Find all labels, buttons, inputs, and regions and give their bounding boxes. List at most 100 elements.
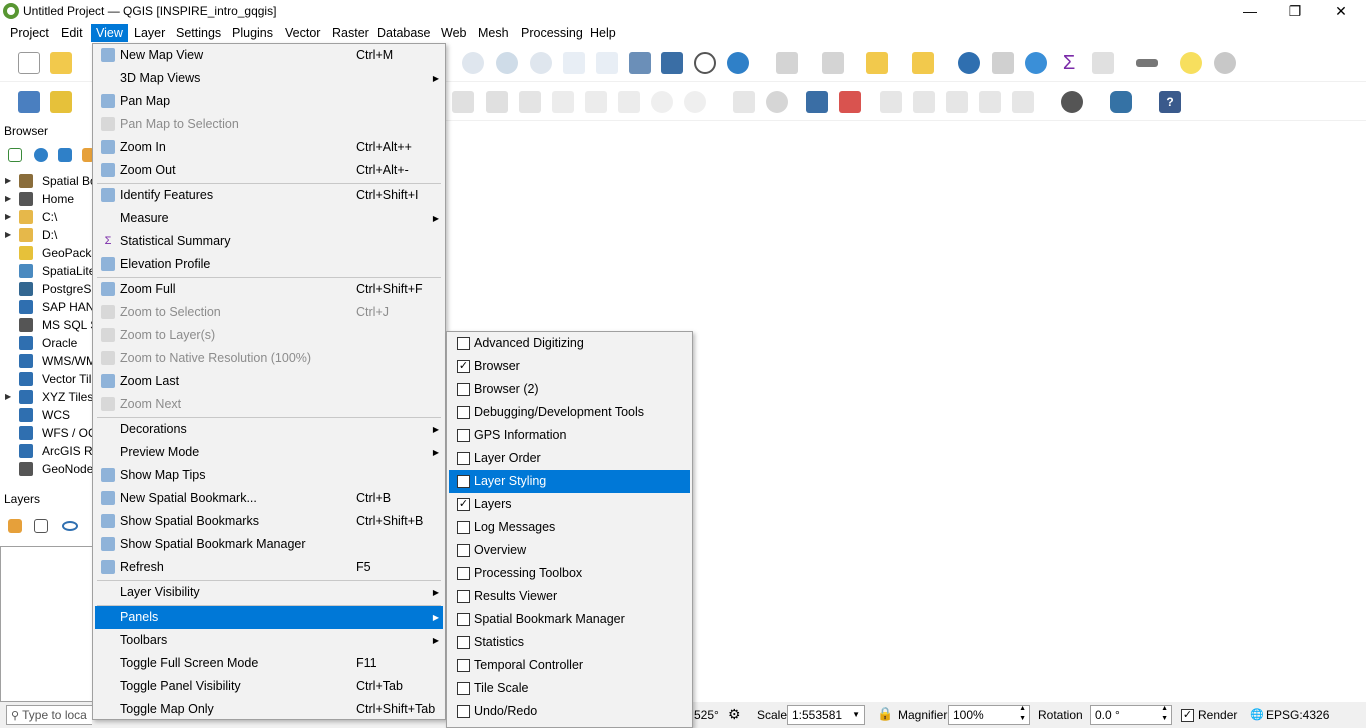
menu-layer[interactable]: Layer — [129, 24, 170, 42]
sigma-tool-icon[interactable]: Σ — [1058, 52, 1080, 74]
view-menu-zoom-next[interactable]: Zoom Next — [95, 393, 443, 416]
browser-item[interactable]: WCS — [0, 406, 94, 424]
identify-tool-icon[interactable] — [958, 52, 980, 74]
view-menu-zoom-out[interactable]: Zoom Out Ctrl+Alt+- — [95, 159, 443, 182]
checkbox-unchecked[interactable] — [457, 567, 470, 580]
panel-toggle-spatial-bookmark-manager[interactable]: Spatial Bookmark Manager — [449, 608, 690, 631]
view-menu-new-map-view[interactable]: New Map View Ctrl+M — [95, 44, 443, 67]
label-show-icon[interactable] — [913, 91, 935, 113]
magnifier-input[interactable]: 100% ▲ ▼ — [948, 705, 1030, 725]
checkbox-unchecked[interactable] — [457, 682, 470, 695]
zoom-layer-tool-icon[interactable] — [563, 52, 585, 74]
browser-item[interactable]: WMS/WM — [0, 352, 94, 370]
data-source-manager-icon[interactable] — [18, 91, 40, 113]
checkbox-unchecked[interactable] — [457, 613, 470, 626]
browser-item[interactable]: SpatiaLite — [0, 262, 94, 280]
expand-arrow-icon[interactable]: ▶ — [5, 190, 11, 208]
menu-edit[interactable]: Edit — [56, 24, 88, 42]
deselect-tool-icon[interactable] — [822, 52, 844, 74]
toolbox-gear-icon[interactable] — [1025, 52, 1047, 74]
view-menu-refresh[interactable]: Refresh F5 — [95, 556, 443, 579]
python-icon[interactable] — [1110, 91, 1132, 113]
checkbox-checked[interactable]: ✓ — [457, 498, 470, 511]
open-project-icon[interactable] — [50, 52, 72, 74]
scale-dropdown-icon[interactable]: ▼ — [852, 706, 860, 724]
menu-project[interactable]: Project — [5, 24, 54, 42]
panel-toggle-debugging-development-tools[interactable]: Debugging/Development Tools — [449, 401, 690, 424]
panel-toggle-layer-styling[interactable]: Layer Styling — [449, 470, 690, 493]
scale-input[interactable]: 1:553581 ▼ — [787, 705, 865, 725]
expand-arrow-icon[interactable]: ▶ — [5, 172, 11, 190]
browser-item[interactable]: Vector Til — [0, 370, 94, 388]
checkbox-unchecked[interactable] — [457, 452, 470, 465]
digitize-tool-icon[interactable] — [452, 91, 474, 113]
panel-toggle-temporal-controller[interactable]: Temporal Controller — [449, 654, 690, 677]
menu-processing[interactable]: Processing — [516, 24, 588, 42]
browser-item[interactable]: GeoPacka — [0, 244, 94, 262]
view-menu-statistical-summary[interactable]: Σ Statistical Summary — [95, 230, 443, 253]
browser-item[interactable]: ▶ XYZ Tiles — [0, 388, 94, 406]
checkbox-unchecked[interactable] — [457, 521, 470, 534]
minimize-button[interactable]: — — [1227, 1, 1273, 21]
crs-label[interactable]: EPSG:4326 — [1266, 708, 1329, 722]
panel-toggle-layer-order[interactable]: Layer Order — [449, 447, 690, 470]
view-menu-panels[interactable]: Panels ▶ — [95, 606, 443, 629]
view-menu-show-map-tips[interactable]: Show Map Tips — [95, 464, 443, 487]
browser-item[interactable]: ▶ Spatial Bo — [0, 172, 94, 190]
view-menu-zoom-in[interactable]: Zoom In Ctrl+Alt++ — [95, 136, 443, 159]
panel-toggle-tile-scale[interactable]: Tile Scale — [449, 677, 690, 700]
plugin-icon[interactable] — [1061, 91, 1083, 113]
checkbox-checked[interactable]: ✓ — [457, 360, 470, 373]
panel-toggle-statistics[interactable]: Statistics — [449, 631, 690, 654]
view-menu-new-spatial-bookmark[interactable]: New Spatial Bookmark... Ctrl+B — [95, 487, 443, 510]
view-menu-zoom-full[interactable]: Zoom Full Ctrl+Shift+F — [95, 278, 443, 301]
filter-icon[interactable] — [58, 148, 72, 162]
view-menu-elevation-profile[interactable]: Elevation Profile — [95, 253, 443, 276]
panel-toggle-processing-toolbox[interactable]: Processing Toolbox — [449, 562, 690, 585]
new-bookmark-tool-icon[interactable] — [629, 52, 651, 74]
zoom-rubber-icon[interactable] — [496, 52, 518, 74]
view-menu-measure[interactable]: Measure ▶ — [95, 207, 443, 230]
label-change-icon[interactable] — [1012, 91, 1034, 113]
rotation-input[interactable]: 0.0 ° ▲ ▼ — [1090, 705, 1172, 725]
browser-item[interactable]: ▶ D:\ — [0, 226, 94, 244]
attribute-table-icon[interactable] — [866, 52, 888, 74]
panel-toggle-browser[interactable]: ✓ Browser — [449, 355, 690, 378]
magnifier-spin-icon[interactable]: ▲ ▼ — [1019, 704, 1026, 724]
browser-item[interactable]: ▶ C:\ — [0, 208, 94, 226]
field-calc-icon[interactable] — [992, 52, 1014, 74]
label-highlight-icon[interactable] — [806, 91, 828, 113]
view-menu-toggle-panel-visibility[interactable]: Toggle Panel Visibility Ctrl+Tab — [95, 675, 443, 698]
checkbox-unchecked[interactable] — [457, 406, 470, 419]
render-checkbox[interactable]: ✓ — [1181, 709, 1194, 722]
cut-icon[interactable] — [552, 91, 574, 113]
view-menu-3d-map-views[interactable]: 3D Map Views ▶ — [95, 67, 443, 90]
label-pin-gray-icon[interactable] — [880, 91, 902, 113]
vertex-tool-icon[interactable] — [486, 91, 508, 113]
visibility-eye-icon[interactable] — [62, 521, 78, 531]
locator-input[interactable]: ⚲ Type to loca — [6, 705, 92, 725]
browser-item[interactable]: SAP HAN — [0, 298, 94, 316]
new-project-icon[interactable] — [18, 52, 40, 74]
settings-tool-icon[interactable] — [1214, 52, 1236, 74]
view-menu-toolbars[interactable]: Toolbars ▶ — [95, 629, 443, 652]
menu-web[interactable]: Web — [436, 24, 471, 42]
label-abc-red-icon[interactable] — [839, 91, 861, 113]
expand-arrow-icon[interactable]: ▶ — [5, 388, 11, 406]
map-tips-tool-icon[interactable] — [1180, 52, 1202, 74]
copy-icon[interactable] — [585, 91, 607, 113]
checkbox-unchecked[interactable] — [457, 383, 470, 396]
view-menu-identify-features[interactable]: Identify Features Ctrl+Shift+I — [95, 184, 443, 207]
checkbox-unchecked[interactable] — [457, 337, 470, 350]
menu-help[interactable]: Help — [585, 24, 621, 42]
checkbox-unchecked[interactable] — [457, 429, 470, 442]
label-tool-icon[interactable] — [733, 91, 755, 113]
measure-tool-icon[interactable] — [1136, 59, 1158, 67]
browser-item[interactable]: ArcGIS RE — [0, 442, 94, 460]
menu-settings[interactable]: Settings — [171, 24, 226, 42]
checkbox-unchecked[interactable] — [457, 659, 470, 672]
view-menu-show-spatial-bookmark-manager[interactable]: Show Spatial Bookmark Manager — [95, 533, 443, 556]
layer-style-icon[interactable] — [8, 519, 22, 533]
view-menu-zoom-last[interactable]: Zoom Last — [95, 370, 443, 393]
browser-item[interactable]: GeoNode — [0, 460, 94, 478]
